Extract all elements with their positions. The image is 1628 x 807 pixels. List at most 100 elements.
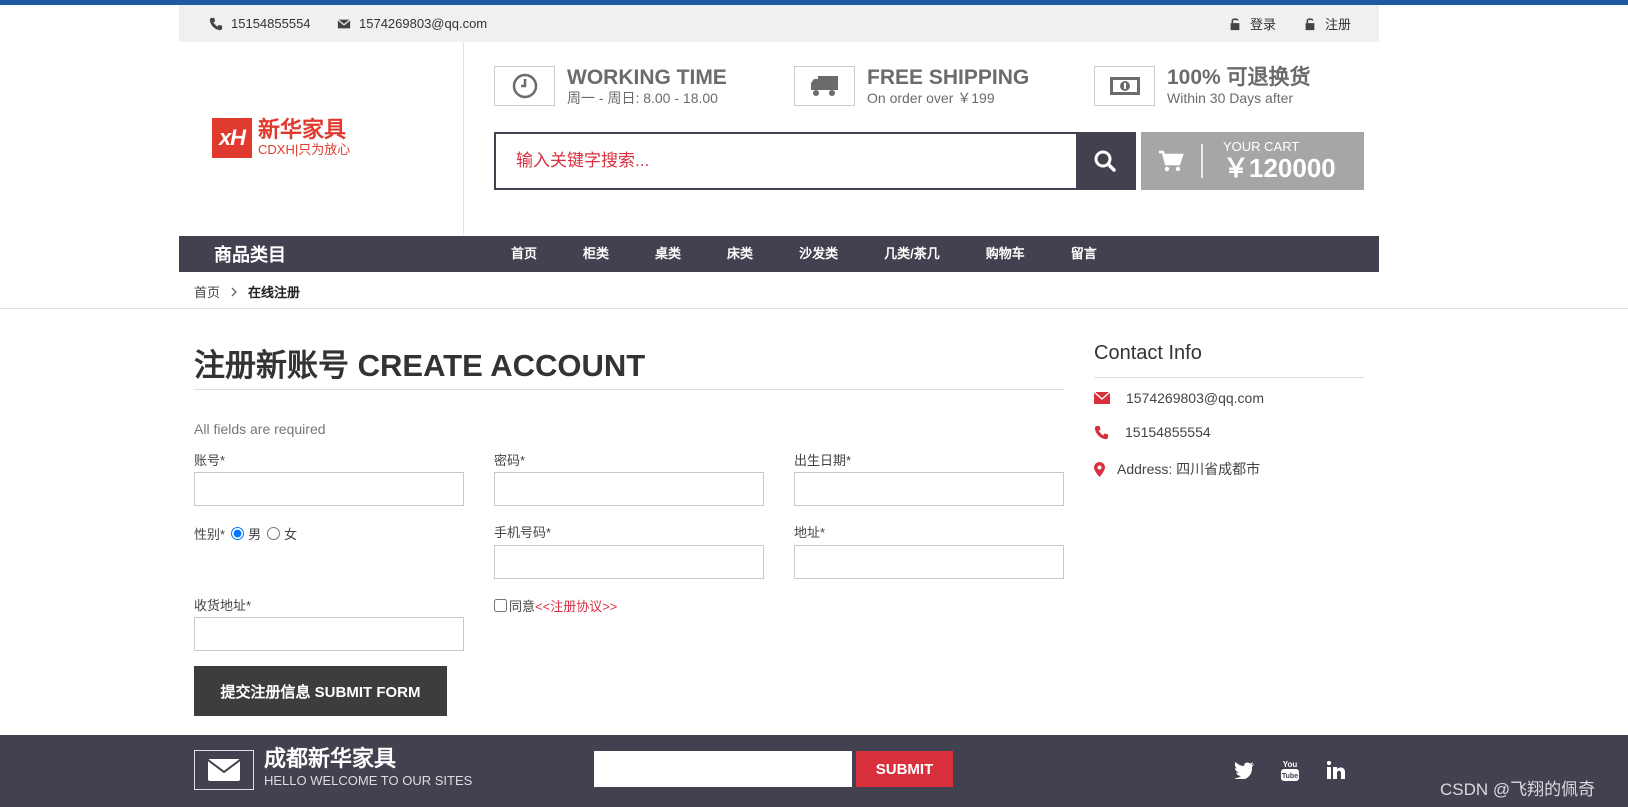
chevron-right-icon: [231, 287, 237, 296]
logo-area: xH 新华家具 CDXH|只为放心: [179, 42, 464, 235]
contact-email-text: 1574269803@qq.com: [1126, 390, 1264, 406]
site-logo[interactable]: xH 新华家具 CDXH|只为放心: [212, 118, 350, 158]
truck-icon: [794, 66, 855, 106]
contact-phone: 15154855554: [1094, 424, 1211, 440]
breadcrumb: 首页 在线注册: [194, 282, 300, 301]
clock-icon: [494, 66, 555, 106]
nav-item-cabinets[interactable]: 柜类: [560, 236, 632, 272]
watermark: CSDN @飞翔的佩奇: [1440, 780, 1596, 799]
youtube-icon[interactable]: You Tube: [1279, 759, 1301, 781]
nav-item-tables[interactable]: 桌类: [632, 236, 704, 272]
nav-item-tea-tables[interactable]: 几类/茶几: [861, 236, 963, 272]
feature-title: 100% 可退换货: [1167, 66, 1311, 89]
divider: [0, 308, 1628, 309]
protocol-link[interactable]: <<注册协议>>: [535, 596, 617, 615]
search-input[interactable]: [496, 134, 1076, 188]
password-label: 密码*: [494, 453, 526, 468]
nav-item-message[interactable]: 留言: [1048, 236, 1120, 272]
money-icon: [1094, 66, 1155, 106]
logo-slogan: CDXH|只为放心: [258, 142, 351, 157]
contact-divider: [1094, 377, 1364, 378]
feature-title: FREE SHIPPING: [867, 66, 1030, 89]
page-title: 注册新账号 CREATE ACCOUNT: [194, 348, 646, 383]
submit-form-button[interactable]: 提交注册信息 SUBMIT FORM: [194, 666, 447, 716]
address-input[interactable]: [794, 545, 1064, 579]
cart-button[interactable]: YOUR CART ￥120000: [1141, 132, 1364, 190]
shipping-address-input[interactable]: [194, 617, 464, 651]
account-label: 账号*: [194, 453, 226, 468]
unlock-icon: [1305, 17, 1315, 30]
search-icon: [1094, 150, 1116, 172]
top-bar: 15154855554 1574269803@qq.com 登录 注册: [179, 5, 1379, 42]
password-input[interactable]: [494, 472, 764, 506]
birthday-label: 出生日期*: [794, 453, 852, 468]
feature-working-time: WORKING TIME 周一 - 周日: 8.00 - 18.00: [494, 66, 727, 108]
map-marker-icon: [1094, 461, 1105, 477]
svg-text:You: You: [1283, 760, 1298, 769]
unlock-icon: [1230, 17, 1240, 30]
logo-mark: xH: [212, 118, 252, 158]
gender-female-radio[interactable]: [267, 527, 281, 540]
register-link[interactable]: 注册: [1303, 5, 1351, 42]
twitter-icon[interactable]: [1233, 759, 1255, 781]
register-label[interactable]: 注册: [1325, 14, 1351, 33]
topbar-phone: 15154855554: [209, 5, 311, 42]
nav-item-cart[interactable]: 购物车: [963, 236, 1048, 272]
breadcrumb-current: 在线注册: [248, 285, 301, 300]
phone-icon: [209, 17, 223, 30]
footer: 成都新华家具 HELLO WELCOME TO OUR SITES SUBMIT…: [0, 735, 1628, 807]
contact-title: Contact Info: [1094, 342, 1202, 364]
birthday-input[interactable]: [794, 472, 1064, 506]
nav-item-beds[interactable]: 床类: [704, 236, 776, 272]
search-button[interactable]: [1076, 134, 1134, 188]
feature-returns: 100% 可退换货 Within 30 Days after: [1094, 66, 1311, 108]
topbar-phone-text: 15154855554: [231, 16, 311, 31]
feature-sub: Within 30 Days after: [1167, 90, 1294, 106]
gender-female-label: 女: [284, 527, 298, 542]
agree-field: 同意 <<注册协议>>: [494, 596, 617, 615]
account-input[interactable]: [194, 472, 464, 506]
title-divider: [194, 389, 1064, 390]
main-nav: 商品类目 首页 柜类 桌类 床类 沙发类 几类/茶几 购物车 留言: [179, 236, 1379, 272]
breadcrumb-home[interactable]: 首页: [194, 282, 220, 301]
address-label: 地址*: [794, 525, 826, 540]
feature-sub: 周一 - 周日: 8.00 - 18.00: [567, 90, 718, 106]
feature-sub: On order over ￥199: [867, 90, 995, 106]
cart-label: YOUR CART: [1223, 139, 1300, 154]
required-note: All fields are required: [194, 421, 326, 437]
search-bar: [494, 132, 1136, 190]
phone-icon: [1094, 425, 1109, 439]
shipping-address-label: 收货地址*: [194, 598, 252, 613]
topbar-email: 1574269803@qq.com: [337, 5, 487, 42]
agree-checkbox[interactable]: [494, 599, 507, 612]
nav-item-sofas[interactable]: 沙发类: [776, 236, 861, 272]
footer-brand: 成都新华家具: [264, 746, 397, 771]
cart-separator: [1201, 144, 1203, 178]
contact-email: 1574269803@qq.com: [1094, 390, 1264, 406]
linkedin-icon[interactable]: [1325, 759, 1347, 781]
footer-subtitle: HELLO WELCOME TO OUR SITES: [264, 773, 473, 788]
envelope-icon: [337, 18, 351, 28]
login-link[interactable]: 登录: [1228, 5, 1276, 42]
mobile-label: 手机号码*: [494, 525, 552, 540]
feature-free-shipping: FREE SHIPPING On order over ￥199: [794, 66, 1029, 108]
mobile-input[interactable]: [494, 545, 764, 579]
contact-address: Address: 四川省成都市: [1094, 459, 1260, 479]
contact-address-text: Address: 四川省成都市: [1117, 461, 1261, 477]
newsletter-input[interactable]: [594, 751, 852, 787]
gender-male-label: 男: [248, 527, 262, 542]
gender-field: 性别* 男 女: [194, 524, 297, 543]
nav-item-home[interactable]: 首页: [488, 236, 560, 272]
feature-title: WORKING TIME: [567, 66, 727, 89]
cart-icon: [1159, 150, 1184, 172]
login-label[interactable]: 登录: [1250, 14, 1276, 33]
gender-male-radio[interactable]: [231, 527, 245, 540]
envelope-icon: [1094, 392, 1110, 404]
logo-name: 新华家具: [258, 117, 347, 142]
topbar-email-text: 1574269803@qq.com: [359, 16, 488, 31]
newsletter-submit-button[interactable]: SUBMIT: [856, 751, 953, 787]
svg-text:Tube: Tube: [1282, 773, 1298, 780]
nav-category[interactable]: 商品类目: [214, 236, 286, 272]
gender-label: 性别*: [194, 527, 226, 542]
envelope-icon: [194, 750, 254, 790]
